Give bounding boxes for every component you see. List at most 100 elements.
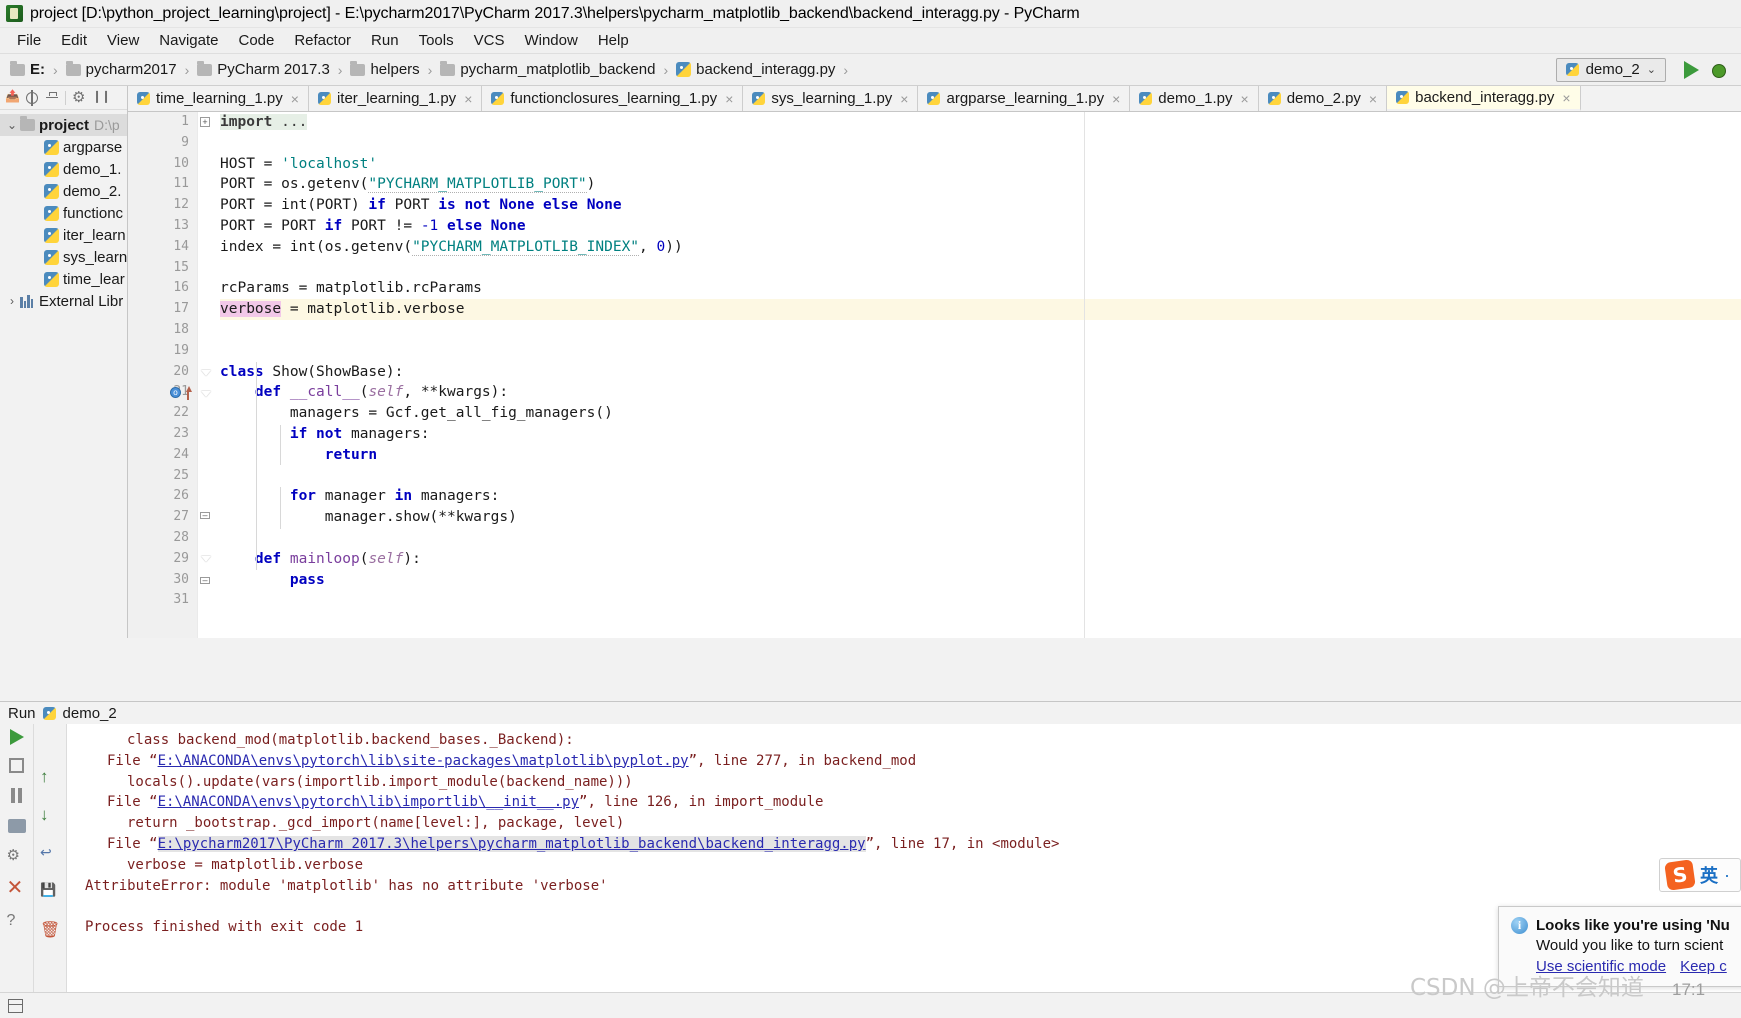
target-icon[interactable] bbox=[25, 89, 39, 106]
fold-collapse-icon-call[interactable] bbox=[201, 391, 211, 397]
ime-indicator[interactable]: S 英 · bbox=[1659, 858, 1741, 892]
line-number: 24 bbox=[173, 446, 189, 462]
close-icon[interactable]: × bbox=[725, 91, 733, 107]
close-icon[interactable]: ✕ bbox=[7, 878, 27, 899]
console-file-link[interactable]: E:\ANACONDA\envs\pytorch\lib\importlib\_… bbox=[158, 794, 579, 810]
fold-end-icon-mainloop[interactable]: – bbox=[200, 576, 210, 585]
keep-current-mode-link[interactable]: Keep c bbox=[1680, 958, 1727, 975]
breadcrumb-item-backend-folder[interactable]: pycharm_matplotlib_backend bbox=[436, 59, 659, 80]
hide-icon[interactable] bbox=[92, 89, 110, 105]
menu-item-run[interactable]: Run bbox=[362, 29, 408, 52]
tree-node-label: demo_1. bbox=[63, 160, 122, 178]
editor-tab-iter-learning[interactable]: iter_learning_1.py × bbox=[308, 86, 483, 111]
close-icon[interactable]: × bbox=[1369, 91, 1377, 107]
run-button[interactable] bbox=[1684, 60, 1699, 79]
chevron-right-icon[interactable]: › bbox=[4, 294, 20, 308]
export-icon[interactable]: 💾 bbox=[40, 882, 60, 902]
console-output[interactable]: class backend_mod(matplotlib.backend_bas… bbox=[66, 724, 1741, 992]
editor-tab-functionclosures[interactable]: functionclosures_learning_1.py × bbox=[482, 86, 744, 111]
line-number: 26 bbox=[173, 488, 189, 504]
breadcrumb-item-drive[interactable]: E: bbox=[6, 59, 49, 80]
menu-item-edit[interactable]: Edit bbox=[52, 29, 96, 52]
editor-tab-argparse-learning[interactable]: argparse_learning_1.py × bbox=[918, 86, 1131, 111]
rerun-icon[interactable] bbox=[9, 729, 24, 745]
python-file-icon bbox=[927, 92, 941, 105]
tree-node-iter-learning[interactable]: iter_learn bbox=[0, 224, 127, 246]
run-configuration-selector[interactable]: demo_2 ⌄ bbox=[1555, 57, 1666, 82]
fold-end-icon-for[interactable]: – bbox=[200, 511, 210, 520]
tree-node-demo-2[interactable]: demo_2. bbox=[0, 180, 127, 202]
tree-node-functionclosures[interactable]: functionc bbox=[0, 202, 127, 224]
editor-tab-time-learning[interactable]: time_learning_1.py × bbox=[128, 86, 309, 111]
code-folding-gutter[interactable]: + – – bbox=[198, 112, 214, 638]
menu-item-refactor[interactable]: Refactor bbox=[285, 29, 360, 52]
tree-node-time-learning[interactable]: time_lear bbox=[0, 268, 127, 290]
breakpoint-icon[interactable]: o bbox=[170, 387, 181, 398]
collapse-all-icon[interactable] bbox=[45, 91, 59, 105]
console-line: verbose = matplotlib.verbose bbox=[127, 856, 364, 873]
close-icon[interactable]: × bbox=[464, 91, 472, 107]
indent-guide bbox=[256, 362, 257, 570]
stop-icon[interactable] bbox=[9, 758, 24, 773]
breadcrumb-item-helpers[interactable]: helpers bbox=[346, 59, 423, 80]
scroll-up-icon[interactable]: ↑ bbox=[40, 768, 60, 788]
chevron-down-icon[interactable]: ⌄ bbox=[4, 118, 20, 132]
close-icon[interactable]: × bbox=[1112, 91, 1120, 107]
breadcrumb-item-current-file[interactable]: backend_interagg.py bbox=[672, 59, 839, 80]
menu-item-help[interactable]: Help bbox=[589, 29, 638, 52]
menu-item-code[interactable]: Code bbox=[229, 29, 283, 52]
debug-button[interactable] bbox=[1709, 62, 1727, 78]
tree-node-sys-learning[interactable]: sys_learn bbox=[0, 246, 127, 268]
menu-item-vcs[interactable]: VCS bbox=[465, 29, 514, 52]
code-line-13: PORT = PORT if PORT != -1 else None bbox=[220, 217, 526, 234]
settings-icon[interactable]: ⚙ bbox=[7, 846, 27, 866]
line-number: 9 bbox=[181, 134, 189, 150]
breadcrumb-label: pycharm_matplotlib_backend bbox=[460, 61, 656, 78]
arrow-stem-icon bbox=[187, 390, 189, 400]
tree-node-project[interactable]: ⌄ project D:\p bbox=[0, 114, 127, 136]
navigation-bar: E: › pycharm2017 › PyCharm 2017.3 › help… bbox=[0, 54, 1741, 86]
breadcrumb-item-pycharm-version[interactable]: PyCharm 2017.3 bbox=[193, 59, 334, 80]
tree-node-demo-1[interactable]: demo_1. bbox=[0, 158, 127, 180]
select-opened-file-icon[interactable] bbox=[5, 89, 20, 105]
trash-icon[interactable]: 🗑 bbox=[40, 920, 60, 940]
soft-wrap-icon[interactable]: ↩ bbox=[40, 844, 60, 864]
editor-tab-demo-1[interactable]: demo_1.py × bbox=[1130, 86, 1259, 111]
print-icon[interactable] bbox=[7, 819, 26, 833]
tree-node-argparse[interactable]: argparse bbox=[0, 136, 127, 158]
menu-item-window[interactable]: Window bbox=[515, 29, 586, 52]
editor-tabs: time_learning_1.py × iter_learning_1.py … bbox=[128, 86, 1741, 112]
scroll-down-icon[interactable]: ↓ bbox=[40, 806, 60, 826]
fold-collapse-icon-mainloop[interactable] bbox=[201, 556, 211, 562]
code-line-11: PORT = os.getenv("PYCHARM_MATPLOTLIB_POR… bbox=[220, 176, 596, 194]
ime-mode-label[interactable]: 英 bbox=[1700, 862, 1718, 888]
close-icon[interactable]: × bbox=[1241, 91, 1249, 107]
code-editor[interactable]: 1 9 10 11 12 13 14 15 16 17 18 19 20 21 … bbox=[128, 112, 1741, 638]
tree-node-external-libraries[interactable]: › External Libr bbox=[0, 290, 127, 312]
console-file-link[interactable]: E:\pycharm2017\PyCharm 2017.3\helpers\py… bbox=[157, 835, 866, 852]
close-icon[interactable]: × bbox=[291, 91, 299, 107]
fold-collapse-icon-class[interactable] bbox=[201, 370, 211, 376]
breadcrumb-label: backend_interagg.py bbox=[696, 61, 836, 78]
help-icon[interactable]: ? bbox=[7, 912, 27, 932]
code-text[interactable]: import ... HOST = 'localhost' PORT = os.… bbox=[214, 112, 1741, 638]
console-file-link[interactable]: E:\ANACONDA\envs\pytorch\lib\site-packag… bbox=[158, 753, 689, 769]
editor-tab-sys-learning[interactable]: sys_learning_1.py × bbox=[743, 86, 919, 111]
menu-item-tools[interactable]: Tools bbox=[410, 29, 463, 52]
editor-tab-demo-2[interactable]: demo_2.py × bbox=[1258, 86, 1388, 111]
menu-item-file[interactable]: File bbox=[8, 29, 50, 52]
python-file-icon bbox=[752, 92, 766, 105]
fold-expand-icon[interactable]: + bbox=[200, 117, 210, 127]
menu-item-view[interactable]: View bbox=[98, 29, 148, 52]
toggle-toolwindow-icon[interactable] bbox=[8, 998, 23, 1013]
gear-icon[interactable] bbox=[72, 88, 86, 106]
run-panel-header: Run demo_2 bbox=[0, 702, 1741, 724]
python-file-icon bbox=[1396, 91, 1410, 104]
breadcrumb-item-pycharm2017[interactable]: pycharm2017 bbox=[62, 59, 181, 80]
close-icon[interactable]: × bbox=[1562, 90, 1570, 106]
close-icon[interactable]: × bbox=[900, 91, 908, 107]
menu-item-navigate[interactable]: Navigate bbox=[150, 29, 227, 52]
pause-icon[interactable] bbox=[7, 786, 27, 806]
python-file-icon bbox=[317, 92, 331, 105]
editor-tab-backend-interagg[interactable]: backend_interagg.py × bbox=[1387, 86, 1581, 111]
